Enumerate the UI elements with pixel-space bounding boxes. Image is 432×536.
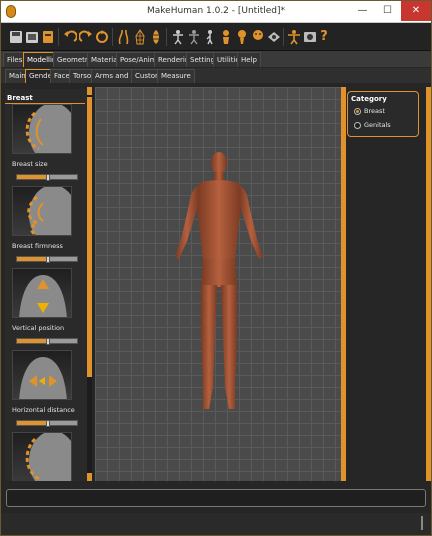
radio-button[interactable] — [354, 121, 361, 129]
reset-icon[interactable] — [93, 27, 111, 46]
help-icon[interactable]: ? — [315, 27, 333, 46]
sub-tab-bar: Main Gender Face Torso Arms and Legs Cus… — [1, 68, 431, 83]
slider-handle[interactable] — [46, 420, 50, 427]
resize-grip[interactable] — [421, 516, 423, 530]
category-option-breast[interactable]: Breast — [354, 107, 385, 115]
app-window: MakeHuman 1.0.2 - [Untitled]* — ☐ ✕ ? Fi… — [0, 0, 432, 536]
close-button[interactable]: ✕ — [401, 1, 431, 21]
status-bar — [1, 513, 431, 535]
scroll-down-arrow-icon[interactable] — [87, 473, 92, 481]
horizontal-distance-slider[interactable] — [16, 420, 78, 427]
horizontal-distance-label: Horizontal distance — [12, 406, 75, 414]
scrollbar-thumb[interactable] — [87, 97, 92, 377]
main-tab-bar: Files Modelling Geometries Materials Pos… — [1, 51, 431, 67]
scroll-up-arrow-icon[interactable] — [87, 87, 92, 95]
slider-handle[interactable] — [46, 338, 50, 345]
vertical-position-label: Vertical position — [12, 324, 65, 332]
minimize-button[interactable]: — — [350, 1, 375, 21]
category-panel: Category Breast Genitals — [347, 91, 419, 137]
slider-handle[interactable] — [46, 256, 50, 263]
tab-help[interactable]: Help — [237, 52, 261, 67]
command-input[interactable] — [6, 489, 426, 507]
left-panel-scrollbar[interactable] — [87, 87, 92, 481]
breast-firmness-thumbnail[interactable] — [12, 186, 72, 236]
horizontal-distance-thumbnail[interactable] — [12, 350, 72, 400]
breast-firmness-label: Breast firmness — [12, 242, 63, 250]
export-icon[interactable] — [39, 27, 57, 46]
breast-firmness-slider[interactable] — [16, 256, 78, 263]
human-model[interactable] — [95, 87, 343, 481]
category-title: Category — [351, 95, 387, 103]
subtab-measure[interactable]: Measure — [157, 69, 195, 83]
breast-option-label: Breast — [364, 107, 385, 115]
toolbar: ? — [1, 23, 431, 51]
genitals-option-label: Genitals — [364, 121, 391, 129]
radio-button[interactable] — [354, 107, 361, 115]
title-bar: MakeHuman 1.0.2 - [Untitled]* — ☐ ✕ — [1, 1, 431, 23]
maximize-button[interactable]: ☐ — [375, 1, 400, 21]
vertical-position-slider[interactable] — [16, 338, 78, 345]
slider-handle[interactable] — [46, 174, 50, 181]
category-option-genitals[interactable]: Genitals — [354, 121, 391, 129]
subdivide-icon[interactable] — [147, 27, 165, 46]
reset-camera-icon[interactable] — [265, 27, 283, 46]
vertical-position-thumbnail[interactable] — [12, 268, 72, 318]
panel-title: Breast — [7, 94, 33, 102]
breast-shape-thumbnail[interactable] — [12, 432, 72, 481]
right-panel-scrollbar[interactable] — [426, 87, 431, 481]
breast-slider-panel: Breast Breast size Breast firmness Verti… — [5, 89, 91, 481]
viewport-scrollbar[interactable] — [341, 87, 346, 481]
breast-size-thumbnail[interactable] — [12, 104, 72, 154]
breast-size-slider[interactable] — [16, 174, 78, 181]
breast-size-label: Breast size — [12, 160, 48, 168]
3d-viewport[interactable] — [95, 87, 343, 481]
